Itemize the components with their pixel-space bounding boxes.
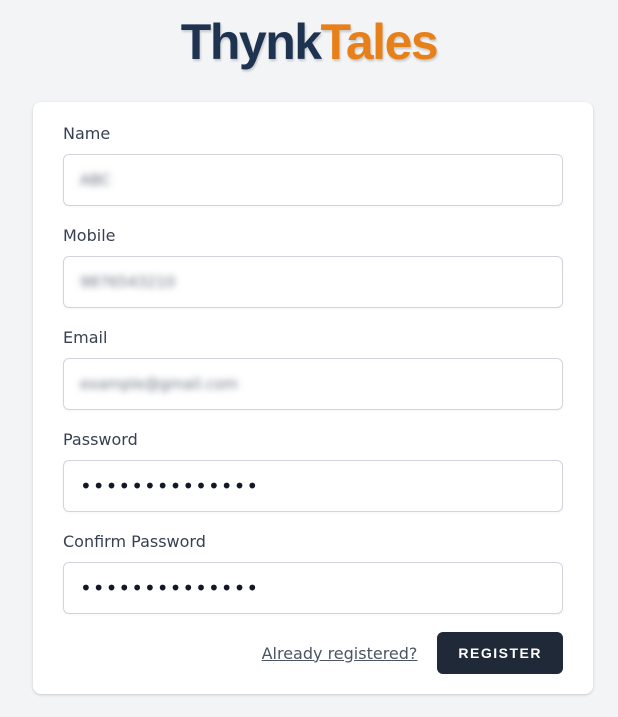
- name-input-value: ABC: [80, 171, 111, 189]
- register-form-card: Name ABC Mobile 9876543210 Email example…: [33, 102, 593, 694]
- register-button[interactable]: REGISTER: [437, 632, 563, 674]
- confirm-password-input[interactable]: ••••••••••••••: [63, 562, 563, 614]
- password-input[interactable]: ••••••••••••••: [63, 460, 563, 512]
- password-label: Password: [63, 430, 138, 449]
- logo-text-thynk: Thynk: [180, 14, 322, 70]
- email-field-group: Email example@gmail.com: [63, 328, 563, 410]
- form-actions: Already registered? REGISTER: [262, 632, 563, 674]
- register-page: ThynkTales Name ABC Mobile 9876543210 Em…: [0, 0, 618, 717]
- mobile-input[interactable]: 9876543210: [63, 256, 563, 308]
- thynktales-logo: ThynkTales: [0, 12, 618, 72]
- password-input-value: ••••••••••••••: [80, 474, 260, 498]
- already-registered-link[interactable]: Already registered?: [262, 644, 418, 663]
- mobile-field-group: Mobile 9876543210: [63, 226, 563, 308]
- mobile-label: Mobile: [63, 226, 116, 245]
- email-label: Email: [63, 328, 108, 347]
- email-input[interactable]: example@gmail.com: [63, 358, 563, 410]
- confirm-password-input-value: ••••••••••••••: [80, 576, 260, 600]
- mobile-input-value: 9876543210: [80, 273, 176, 291]
- password-field-group: Password ••••••••••••••: [63, 430, 563, 512]
- confirm-password-field-group: Confirm Password ••••••••••••••: [63, 532, 563, 614]
- name-label: Name: [63, 124, 111, 143]
- confirm-password-label: Confirm Password: [63, 532, 206, 551]
- name-input[interactable]: ABC: [63, 154, 563, 206]
- logo-text-tales: Tales: [320, 14, 439, 70]
- email-input-value: example@gmail.com: [80, 375, 239, 393]
- name-field-group: Name ABC: [63, 124, 563, 206]
